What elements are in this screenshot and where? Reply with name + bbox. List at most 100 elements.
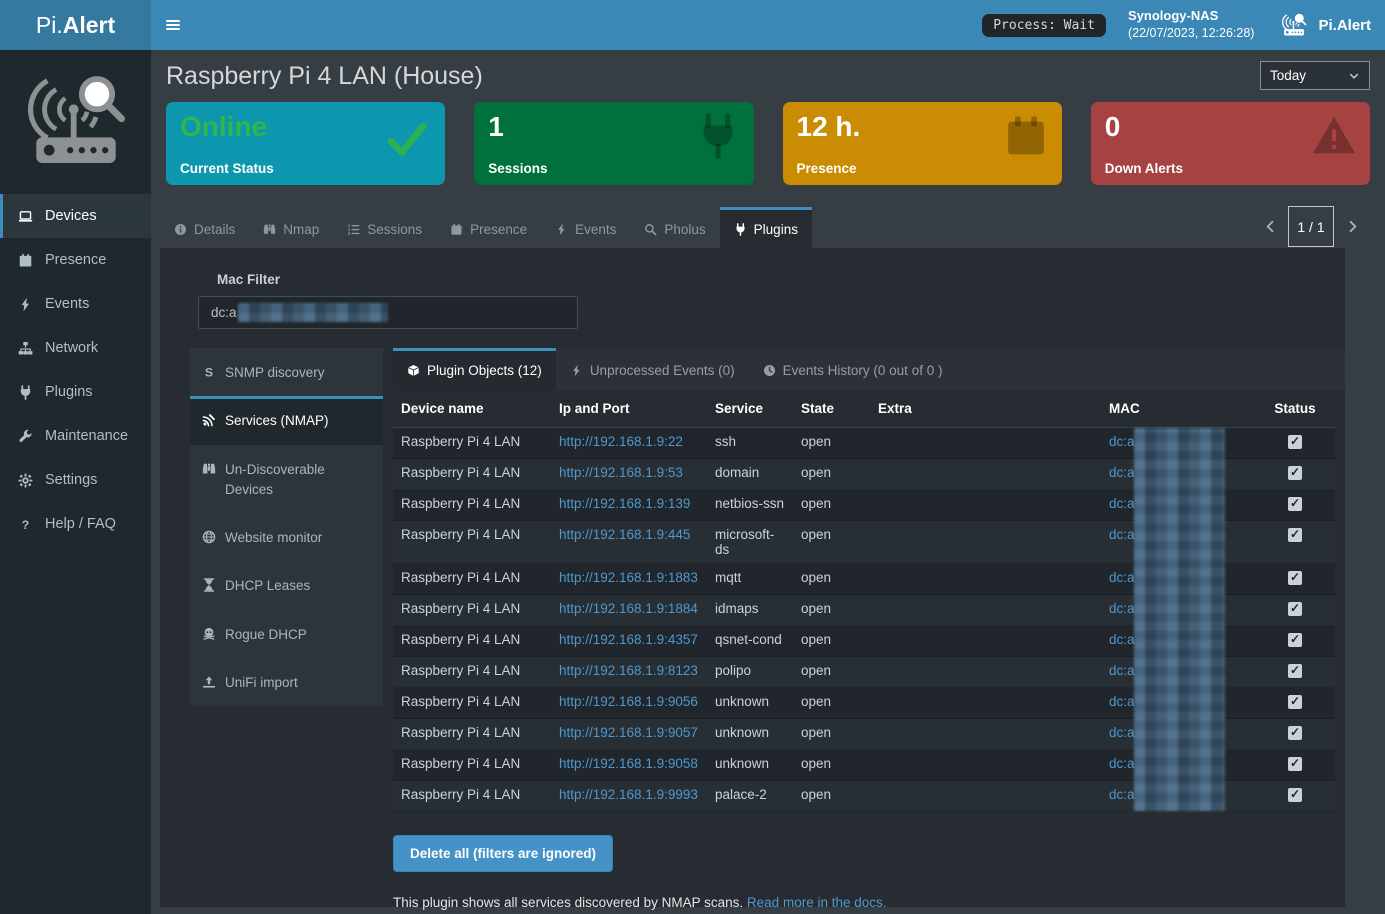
- chevron-left-icon: [1263, 219, 1278, 234]
- plugin-tab-events-history-0-out-of-0[interactable]: Events History (0 out of 0 ): [749, 348, 957, 390]
- topbar-app-label: Pi.Alert: [1318, 17, 1371, 34]
- wrench-icon: [15, 429, 35, 444]
- cell-ip-port: http://192.168.1.9:9993: [551, 781, 707, 812]
- cell-ip-port: http://192.168.1.9:139: [551, 490, 707, 521]
- summary-card-current-status[interactable]: OnlineCurrent Status: [166, 102, 445, 185]
- next-page-button[interactable]: [1334, 207, 1370, 247]
- table-row: Raspberry Pi 4 LAN http://192.168.1.9:905…: [393, 688, 1335, 719]
- column-header-mac: MAC: [1101, 390, 1255, 428]
- plugin-nav-rogue-dhcp[interactable]: Rogue DHCP: [190, 610, 383, 658]
- period-select[interactable]: Today: [1260, 61, 1370, 90]
- hourglass-icon: [202, 578, 216, 592]
- sidebar-item-label: Events: [45, 296, 89, 312]
- plugin-tab-plugin-objects-12[interactable]: Plugin Objects (12): [393, 348, 556, 390]
- ip-port-link[interactable]: http://192.168.1.9:9057: [559, 725, 698, 740]
- status-checkbox[interactable]: [1288, 695, 1302, 709]
- cell-state: open: [793, 564, 870, 595]
- plugin-nav-unifi-import[interactable]: UniFi import: [190, 658, 383, 706]
- prev-page-button[interactable]: [1252, 207, 1288, 247]
- cell-ip-port: http://192.168.1.9:9056: [551, 688, 707, 719]
- plugin-tab-unprocessed-events-0[interactable]: Unprocessed Events (0): [556, 348, 749, 390]
- summary-card-sessions[interactable]: 1Sessions: [474, 102, 753, 185]
- tab-events[interactable]: Events: [541, 207, 630, 248]
- ip-port-link[interactable]: http://192.168.1.9:1884: [559, 601, 698, 616]
- ip-port-link[interactable]: http://192.168.1.9:9993: [559, 787, 698, 802]
- cell-device-name: Raspberry Pi 4 LAN: [393, 657, 551, 688]
- docs-link[interactable]: Read more in the docs.: [747, 895, 887, 910]
- gear-icon: [15, 473, 35, 488]
- cell-ip-port: http://192.168.1.9:1883: [551, 564, 707, 595]
- table-row: Raspberry Pi 4 LANhttp://192.168.1.9:188…: [393, 595, 1335, 626]
- tab-presence[interactable]: Presence: [436, 207, 541, 248]
- tab-label: Presence: [470, 222, 527, 237]
- cell-service: unknown: [707, 750, 793, 781]
- sidebar-item-presence[interactable]: Presence: [0, 238, 151, 282]
- sidebar-menu: DevicesPresence Events Network Plugins Maint…: [0, 194, 151, 546]
- cell-status: [1255, 521, 1335, 564]
- summary-card-down-alerts[interactable]: 0Down Alerts: [1091, 102, 1370, 185]
- table-row: Raspberry Pi 4 LANhttp://192.168.1.9:22s…: [393, 428, 1335, 459]
- app-logo[interactable]: Pi.Alert: [0, 0, 151, 50]
- ip-port-link[interactable]: http://192.168.1.9:445: [559, 527, 690, 542]
- cell-device-name: Raspberry Pi 4 LAN: [393, 688, 551, 719]
- tab-nmap[interactable]: Nmap: [249, 207, 333, 248]
- cell-mac: dc:a: [1101, 626, 1255, 657]
- sidebar-item-events[interactable]: Events: [0, 282, 151, 326]
- cell-status: [1255, 490, 1335, 521]
- tab-details[interactable]: Details: [160, 207, 249, 248]
- summary-card-presence[interactable]: 12 h.Presence: [783, 102, 1062, 185]
- device-tabs-row: DetailsNmap123Sessions Presence EventsPhol…: [160, 206, 1370, 248]
- delete-all-button[interactable]: Delete all (filters are ignored): [393, 835, 613, 872]
- status-checkbox[interactable]: [1288, 497, 1302, 511]
- plugin-nav-un-discoverable-devices[interactable]: Un-Discoverable Devices: [190, 445, 383, 514]
- sidebar-item-plugins[interactable]: Plugins: [0, 370, 151, 414]
- ip-port-link[interactable]: http://192.168.1.9:139: [559, 496, 690, 511]
- laptop-icon: [15, 209, 35, 224]
- plugin-nav-dhcp-leases[interactable]: DHCP Leases: [190, 561, 383, 609]
- table-row: Raspberry Pi 4 LANhttp://192.168.1.9:53d…: [393, 459, 1335, 490]
- table-body: Raspberry Pi 4 LANhttp://192.168.1.9:22s…: [393, 428, 1335, 812]
- status-checkbox[interactable]: [1288, 571, 1302, 585]
- ip-port-link[interactable]: http://192.168.1.9:22: [559, 434, 683, 449]
- card-label: Current Status: [180, 161, 274, 176]
- sidebar-item-network[interactable]: Network: [0, 326, 151, 370]
- topbar-app-badge[interactable]: Pi.Alert: [1278, 11, 1371, 39]
- status-checkbox[interactable]: [1288, 602, 1302, 616]
- ip-port-link[interactable]: http://192.168.1.9:8123: [559, 663, 698, 678]
- sidebar-item-settings[interactable]: Settings: [0, 458, 151, 502]
- sidebar-item-devices[interactable]: Devices: [0, 194, 151, 238]
- plugin-nav-services-nmap[interactable]: Services (NMAP): [190, 396, 383, 444]
- status-checkbox[interactable]: [1288, 788, 1302, 802]
- sidebar-item-label: Help / FAQ: [45, 516, 116, 532]
- status-checkbox[interactable]: [1288, 528, 1302, 542]
- ip-port-link[interactable]: http://192.168.1.9:9056: [559, 694, 698, 709]
- ip-port-link[interactable]: http://192.168.1.9:1883: [559, 570, 698, 585]
- plug-icon: [734, 223, 747, 236]
- status-checkbox[interactable]: [1288, 435, 1302, 449]
- status-checkbox[interactable]: [1288, 466, 1302, 480]
- plugin-nav-website-monitor[interactable]: Website monitor: [190, 513, 383, 561]
- status-checkbox[interactable]: [1288, 757, 1302, 771]
- tab-pholus[interactable]: Pholus: [630, 207, 719, 248]
- cell-service: domain: [707, 459, 793, 490]
- s-icon: S: [202, 365, 216, 379]
- cell-ip-port: http://192.168.1.9:9058: [551, 750, 707, 781]
- ip-port-link[interactable]: http://192.168.1.9:53: [559, 465, 683, 480]
- ip-port-link[interactable]: http://192.168.1.9:9058: [559, 756, 698, 771]
- tab-plugins[interactable]: Plugins: [720, 207, 812, 248]
- topbar-main: Process: Wait Synology-NAS (22/07/2023, …: [151, 0, 1385, 50]
- tab-sessions[interactable]: 123Sessions: [333, 207, 436, 248]
- sidebar-item-label: Plugins: [45, 384, 93, 400]
- sidebar-item-help-faq[interactable]: ?Help / FAQ: [0, 502, 151, 546]
- status-checkbox[interactable]: [1288, 633, 1302, 647]
- plugin-nav-snmp-discovery[interactable]: SSNMP discovery: [190, 348, 383, 396]
- plugin-description-text: This plugin shows all services discovere…: [393, 895, 743, 910]
- status-checkbox[interactable]: [1288, 726, 1302, 740]
- hamburger-menu-icon[interactable]: [165, 17, 181, 33]
- status-checkbox[interactable]: [1288, 664, 1302, 678]
- process-status-badge: Process: Wait: [982, 14, 1106, 37]
- sidebar-item-maintenance[interactable]: Maintenance: [0, 414, 151, 458]
- ip-port-link[interactable]: http://192.168.1.9:4357: [559, 632, 698, 647]
- mac-filter-input[interactable]: dc:a: [198, 296, 578, 329]
- tab-label: Plugins: [754, 222, 798, 237]
